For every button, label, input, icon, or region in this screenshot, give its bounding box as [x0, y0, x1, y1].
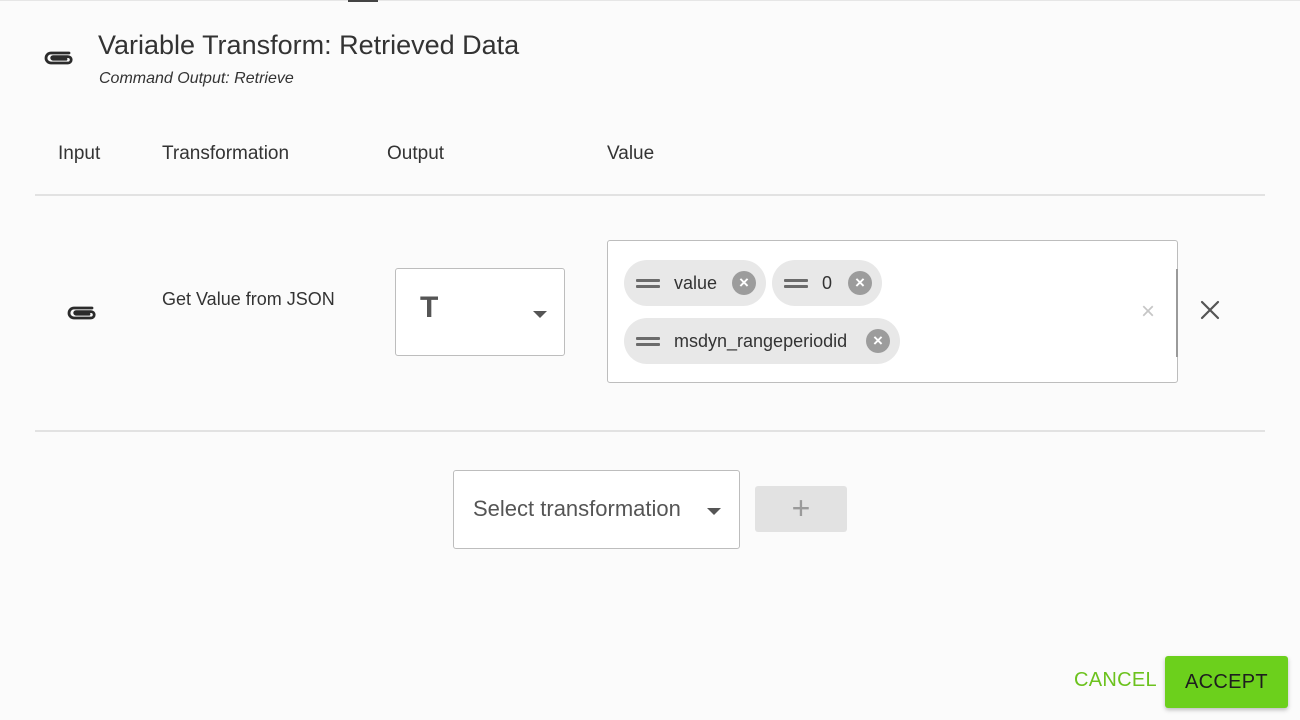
- row-divider: [35, 430, 1265, 432]
- dialog-top-border: [0, 0, 1300, 1]
- value-chip[interactable]: value ×: [624, 260, 766, 306]
- row-transformation-name: Get Value from JSON: [162, 289, 335, 309]
- select-transformation-placeholder: Select transformation: [473, 496, 681, 521]
- select-transformation-dropdown[interactable]: Select transformation: [453, 470, 740, 549]
- column-header-input: Input: [58, 143, 101, 164]
- column-header-value: Value: [607, 143, 655, 164]
- paperclip-icon: [44, 51, 73, 65]
- cancel-button[interactable]: CANCEL: [1074, 669, 1157, 692]
- value-chip-label: msdyn_rangeperiodid: [674, 330, 848, 351]
- dialog-title: Variable Transform: Retrieved Data: [98, 30, 520, 60]
- chevron-down-icon: [707, 508, 721, 515]
- value-chip[interactable]: msdyn_rangeperiodid ×: [624, 318, 900, 364]
- value-chip-label: 0: [822, 272, 833, 293]
- remove-chip-icon[interactable]: ×: [848, 271, 872, 295]
- remove-chip-icon[interactable]: ×: [732, 271, 756, 295]
- value-chip[interactable]: 0 ×: [772, 260, 882, 306]
- value-box-scroll-edge: [1176, 269, 1178, 357]
- add-transformation-button[interactable]: +: [755, 486, 847, 532]
- output-type-select[interactable]: T: [395, 268, 565, 356]
- delete-row-icon[interactable]: [1196, 296, 1224, 324]
- header-divider: [35, 194, 1265, 196]
- column-header-transformation: Transformation: [162, 143, 290, 164]
- drag-handle-icon[interactable]: [784, 277, 808, 289]
- paperclip-icon: [67, 306, 96, 320]
- clear-all-icon[interactable]: ×: [1141, 297, 1155, 327]
- dialog-top-accent: [348, 0, 378, 2]
- text-type-icon: T: [420, 291, 439, 324]
- remove-chip-icon[interactable]: ×: [866, 329, 890, 353]
- dialog-subtitle: Command Output: Retrieve: [99, 70, 294, 87]
- drag-handle-icon[interactable]: [636, 277, 660, 289]
- value-chip-label: value: [674, 272, 718, 293]
- chevron-down-icon: [533, 311, 547, 318]
- column-header-output: Output: [387, 143, 445, 164]
- drag-handle-icon[interactable]: [636, 335, 660, 347]
- accept-button[interactable]: ACCEPT: [1165, 656, 1288, 708]
- value-path-input[interactable]: value × 0 × msdyn_rangeperiodid × ×: [607, 240, 1178, 383]
